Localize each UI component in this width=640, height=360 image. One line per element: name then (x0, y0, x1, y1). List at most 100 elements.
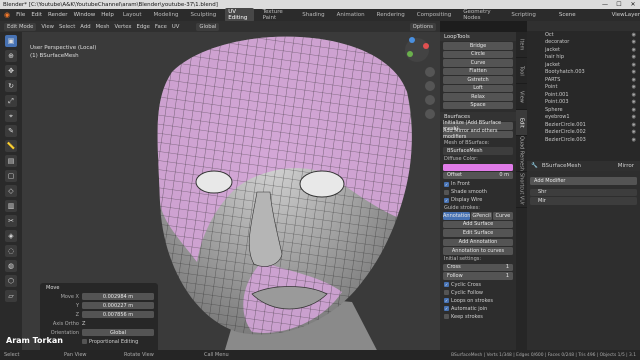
orientation-select[interactable]: Global (82, 329, 154, 336)
outliner-row[interactable]: Bootyhatch.003 ◉ (527, 69, 640, 77)
visibility-eye-icon[interactable]: ◉ (632, 114, 636, 120)
move-x-field[interactable]: 0.002984 m (82, 293, 154, 300)
outliner-row[interactable]: BezierCircle.002 ◉ (527, 129, 640, 137)
shrink-icon[interactable]: ⬡ (5, 275, 17, 287)
outliner-row[interactable]: Sphere ◉ (527, 106, 640, 114)
header-menu-edge[interactable]: Edge (137, 24, 150, 30)
visibility-eye-icon[interactable]: ◉ (632, 84, 636, 90)
edit-surface-button[interactable]: Edit Surface (443, 229, 513, 237)
tab-compositing[interactable]: Compositing (414, 11, 454, 19)
add-modifier-button[interactable]: Add Modifier (530, 177, 637, 185)
maximize-button[interactable]: ☐ (612, 1, 626, 8)
header-menu-uv[interactable]: UV (172, 24, 180, 30)
tab-scripting[interactable]: Scripting (508, 11, 538, 19)
visibility-eye-icon[interactable]: ◉ (632, 77, 636, 83)
outliner-row[interactable]: jacket ◉ (527, 46, 640, 54)
spin-icon[interactable]: ◌ (5, 245, 17, 257)
curve-button[interactable]: Curve (443, 59, 513, 67)
guide-annotation-option[interactable]: Annotation (443, 212, 471, 220)
gstretch-button[interactable]: Gstretch (443, 76, 513, 84)
follow-field[interactable]: Follow 1 (443, 272, 513, 280)
visibility-eye-icon[interactable]: ◉ (632, 122, 636, 128)
tab-layout[interactable]: Layout (120, 11, 145, 19)
modifier-shrinkwrap[interactable]: Shr (530, 188, 637, 196)
annotation-to-curves-button[interactable]: Annotation to curves (443, 247, 513, 255)
transform-orientation[interactable]: Global (196, 22, 220, 31)
tab-quad-remesh[interactable]: Quad Remesh (516, 136, 527, 172)
close-button[interactable]: ✕ (626, 1, 640, 8)
visibility-eye-icon[interactable]: ◉ (632, 129, 636, 135)
visibility-eye-icon[interactable]: ◉ (632, 54, 636, 60)
inset-icon[interactable]: ▢ (5, 170, 17, 182)
menu-file[interactable]: File (16, 12, 25, 18)
outliner-row[interactable]: Oct ◉ (527, 31, 640, 39)
display-wire-checkbox[interactable]: ✓ (444, 197, 449, 203)
tab-shortcut-vur[interactable]: Shortcut VUr (516, 172, 527, 208)
cross-field[interactable]: Cross 1 (443, 263, 513, 271)
move-z-field[interactable]: 0.007856 m (82, 311, 154, 318)
bridge-button[interactable]: Bridge (443, 42, 513, 50)
shear-icon[interactable]: ▱ (5, 290, 17, 302)
offset-field[interactable]: Offset 0 m (443, 171, 513, 179)
header-menu-vertex[interactable]: Vertex (115, 24, 132, 30)
axis-ortho-value[interactable]: Z (82, 321, 85, 327)
visibility-eye-icon[interactable]: ◉ (632, 69, 636, 75)
circle-button[interactable]: Circle (443, 50, 513, 58)
diffuse-color-swatch[interactable] (443, 163, 513, 171)
view-layer-selector[interactable]: ViewLayer (612, 12, 640, 18)
mode-selector[interactable]: Edit Mode (4, 22, 37, 31)
add-surface-button[interactable]: Add Surface (443, 220, 513, 228)
rotate-icon[interactable]: ↻ (5, 80, 17, 92)
tab-rendering[interactable]: Rendering (374, 11, 408, 19)
tab-shading[interactable]: Shading (299, 11, 327, 19)
visibility-eye-icon[interactable]: ◉ (632, 47, 636, 53)
mesh-field[interactable]: BSurfaceMesh (443, 147, 513, 155)
outliner-row[interactable]: Point.001 ◉ (527, 91, 640, 99)
relax-button[interactable]: Relax (443, 93, 513, 101)
scene-selector[interactable]: Scene (559, 12, 576, 18)
loops-on-strokes-checkbox[interactable]: ✓ (444, 298, 449, 303)
outliner-row[interactable]: PARTS ◉ (527, 76, 640, 84)
tab-tool[interactable]: Tool (516, 58, 527, 84)
guide-gpencil-option[interactable]: GPencil (471, 212, 492, 220)
in-front-checkbox[interactable]: ✓ (444, 181, 449, 187)
scale-icon[interactable]: ⤢ (5, 95, 17, 107)
menu-render[interactable]: Render (48, 12, 68, 18)
blender-logo-icon[interactable]: ◉ (4, 11, 10, 19)
tab-animation[interactable]: Animation (334, 11, 368, 19)
smooth-icon[interactable]: ◍ (5, 260, 17, 272)
visibility-eye-icon[interactable]: ◉ (632, 32, 636, 38)
cyclic-follow-checkbox[interactable] (444, 290, 449, 295)
visibility-eye-icon[interactable]: ◉ (632, 107, 636, 113)
options-menu[interactable]: Options (409, 22, 436, 31)
header-menu-mesh[interactable]: Mesh (96, 24, 110, 30)
tab-edit[interactable]: Edit (516, 110, 527, 136)
select-box-icon[interactable]: ▣ (5, 35, 17, 47)
visibility-eye-icon[interactable]: ◉ (632, 39, 636, 45)
outliner[interactable]: Oct ◉ decorator ◉ jacket ◉ hair hip ◉ jacket ◉ Boo… (527, 21, 640, 161)
header-menu-face[interactable]: Face (155, 24, 167, 30)
add-modifiers-button[interactable]: Add Mirror and others modifiers (443, 128, 513, 140)
outliner-row[interactable]: eyebrow1 ◉ (527, 114, 640, 122)
move-icon[interactable]: ✥ (5, 65, 17, 77)
tab-view[interactable]: View (516, 84, 527, 110)
measure-icon[interactable]: 📏 (5, 140, 17, 152)
looptools-header[interactable]: LoopTools (440, 32, 516, 41)
visibility-eye-icon[interactable]: ◉ (632, 62, 636, 68)
menu-help[interactable]: Help (101, 12, 114, 18)
outliner-row[interactable]: decorator ◉ (527, 39, 640, 47)
guide-curve-option[interactable]: Curve (492, 212, 514, 220)
space-button[interactable]: Space (443, 101, 513, 109)
tab-sculpting[interactable]: Sculpting (188, 11, 220, 19)
shade-smooth-checkbox[interactable] (444, 189, 449, 195)
loft-button[interactable]: Loft (443, 84, 513, 92)
tab-texture-paint[interactable]: Texture Paint (260, 8, 294, 22)
transform-icon[interactable]: ⌖ (5, 110, 17, 122)
header-menu-select[interactable]: Select (59, 24, 75, 30)
bevel-icon[interactable]: ◇ (5, 185, 17, 197)
outliner-row[interactable]: hair hip ◉ (527, 54, 640, 62)
outliner-row[interactable]: Point.003 ◉ (527, 99, 640, 107)
outliner-row[interactable]: jacket ◉ (527, 61, 640, 69)
tab-uv-editing[interactable]: UV Editing (225, 8, 254, 22)
visibility-eye-icon[interactable]: ◉ (632, 137, 636, 143)
